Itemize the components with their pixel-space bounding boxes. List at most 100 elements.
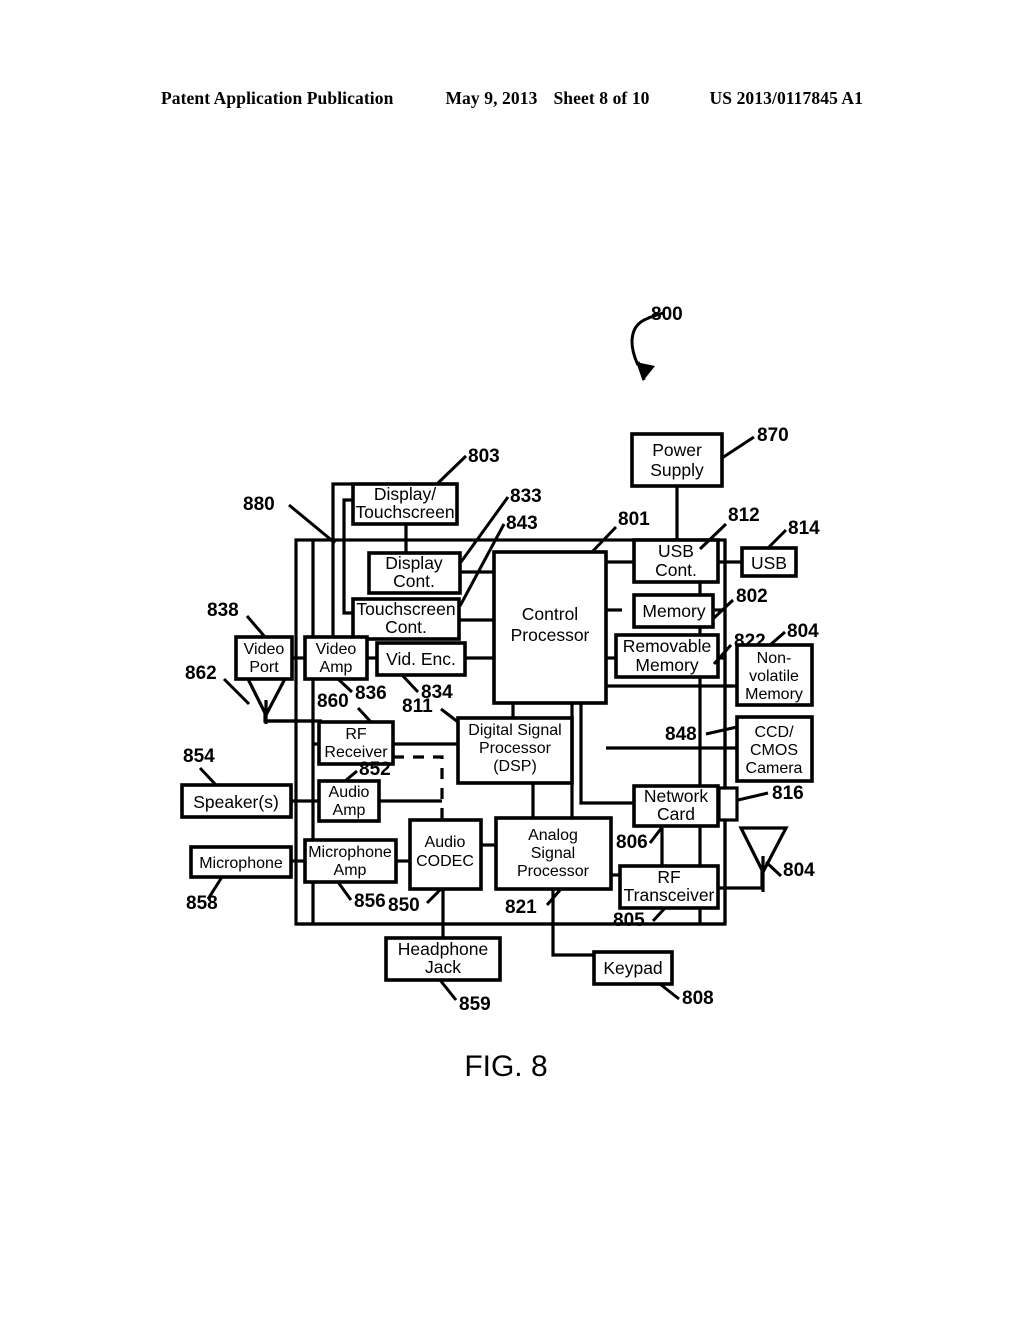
block-label-microphone: Microphone	[199, 855, 283, 872]
block-vid-enc[interactable]: Vid. Enc.	[375, 641, 467, 677]
block-speakers[interactable]: Speaker(s)	[180, 783, 293, 819]
block-label-ccd-cmos-camera-2: CMOS	[750, 742, 798, 759]
lead-854	[198, 766, 218, 787]
ref-836: 836	[355, 683, 387, 704]
block-label-audio-amp-2: Amp	[333, 802, 366, 819]
block-control-processor[interactable]: Control Processor	[492, 550, 608, 705]
ref-804-antenna: 804	[783, 860, 815, 881]
lead-856	[336, 881, 353, 901]
ref-800: 800	[651, 304, 683, 325]
block-label-headphone-jack-2: Jack	[425, 957, 461, 977]
ref-821: 821	[505, 897, 537, 918]
antenna-icon-804	[738, 826, 789, 892]
block-label-analog-signal-processor-1: Analog	[528, 827, 578, 844]
block-label-network-card-2: Card	[657, 804, 695, 824]
block-ccd-cmos-camera[interactable]: CCD/ CMOS Camera	[735, 715, 814, 783]
ref-862: 862	[185, 663, 217, 684]
ref-850: 850	[388, 895, 420, 916]
block-removable-memory[interactable]: Removable Memory	[614, 633, 720, 679]
block-label-dsp-2: Processor	[479, 740, 552, 757]
block-keypad[interactable]: Keypad	[592, 950, 674, 986]
block-label-headphone-jack-1: Headphone	[398, 939, 489, 959]
block-video-port[interactable]: Video Port	[234, 635, 294, 681]
block-microphone[interactable]: Microphone	[189, 845, 293, 879]
block-nonvolatile-memory[interactable]: Non- volatile Memory	[735, 643, 814, 707]
ref-854: 854	[183, 746, 215, 767]
block-label-power-supply-2: Supply	[650, 460, 704, 480]
lead-805	[651, 906, 667, 923]
block-power-supply[interactable]: Power Supply	[630, 432, 724, 488]
block-label-dsp-3: (DSP)	[493, 758, 537, 775]
block-label-usb-cont-2: Cont.	[655, 560, 697, 580]
block-label-video-amp-2: Amp	[320, 659, 353, 676]
ref-811: 811	[402, 696, 433, 717]
block-label-control-processor-2: Processor	[511, 625, 590, 645]
block-usb[interactable]: USB	[740, 546, 798, 578]
lead-860	[356, 706, 373, 724]
ref-802: 802	[736, 586, 768, 607]
ref-852: 852	[359, 759, 391, 780]
block-label-audio-codec-2: CODEC	[416, 853, 474, 870]
lead-838	[245, 615, 267, 638]
ref-812: 812	[728, 505, 760, 526]
lead-880	[288, 503, 336, 545]
block-headphone-jack[interactable]: Headphone Jack	[384, 936, 502, 982]
block-audio-amp[interactable]: Audio Amp	[317, 779, 381, 823]
block-label-removable-memory-1: Removable	[623, 636, 712, 656]
figure-caption: FIG. 8	[464, 1050, 547, 1083]
lead-850	[425, 887, 443, 905]
block-label-nonvolatile-memory-3: Memory	[745, 686, 803, 703]
block-dsp[interactable]: Digital Signal Processor (DSP)	[456, 716, 574, 785]
block-label-removable-memory-2: Memory	[635, 655, 698, 675]
block-analog-signal-processor[interactable]: Analog Signal Processor	[494, 816, 613, 891]
block-display-cont[interactable]: Display Cont.	[367, 551, 462, 595]
block-display-touchscreen[interactable]: Display/ Touchscreen	[351, 482, 459, 526]
ref-870: 870	[757, 425, 789, 446]
block-label-display-cont-1: Display	[385, 553, 443, 573]
block-label-touchscreen-cont-1: Touchscreen	[356, 599, 455, 619]
block-label-vid-enc: Vid. Enc.	[386, 649, 456, 669]
block-label-analog-signal-processor-2: Signal	[531, 845, 575, 862]
block-label-ccd-cmos-camera-1: CCD/	[754, 724, 794, 741]
figure-svg: 800 880 862 804 816 Display/ Touchscreen…	[180, 304, 820, 1083]
block-label-power-supply-1: Power	[652, 440, 702, 460]
ref-803: 803	[468, 446, 500, 467]
block-label-memory: Memory	[642, 601, 705, 621]
lead-834	[400, 673, 420, 694]
lead-870	[721, 435, 755, 460]
block-label-display-cont-2: Cont.	[393, 571, 435, 591]
lead-859	[438, 979, 458, 1001]
block-label-analog-signal-processor-3: Processor	[517, 863, 590, 880]
block-memory[interactable]: Memory	[632, 593, 715, 629]
block-video-amp[interactable]: Video Amp	[303, 635, 369, 681]
ref-856: 856	[354, 891, 386, 912]
block-label-audio-amp-1: Audio	[329, 784, 370, 801]
lead-804-antenna	[764, 860, 783, 878]
block-touchscreen-cont[interactable]: Touchscreen Cont.	[351, 597, 461, 641]
block-network-card[interactable]: Network Card	[632, 784, 720, 828]
block-label-network-card-1: Network	[644, 786, 708, 806]
ref-814: 814	[788, 518, 820, 539]
ref-858: 858	[186, 893, 218, 914]
block-label-microphone-amp-2: Amp	[334, 862, 367, 879]
ref-805: 805	[613, 910, 645, 931]
block-microphone-amp[interactable]: Microphone Amp	[303, 838, 398, 884]
lead-814	[766, 528, 788, 550]
block-audio-codec[interactable]: Audio CODEC	[408, 818, 483, 891]
block-label-video-port-2: Port	[249, 659, 279, 676]
lead-803	[435, 454, 468, 486]
patent-figure-page: Patent Application Publication May 9, 20…	[0, 0, 1024, 1320]
ref-804: 804	[787, 621, 819, 642]
block-label-control-processor-1: Control	[522, 604, 578, 624]
lead-848	[705, 725, 738, 736]
block-label-nonvolatile-memory-1: Non-	[757, 650, 792, 667]
block-label-rf-transceiver-1: RF	[657, 867, 680, 887]
lead-862	[222, 677, 251, 706]
ref-801: 801	[618, 509, 650, 530]
block-usb-cont[interactable]: USB Cont.	[632, 538, 720, 584]
block-rf-receiver[interactable]: RF Receiver	[317, 720, 395, 766]
ref-816: 816	[772, 783, 804, 804]
block-rf-transceiver[interactable]: RF Transceiver	[618, 864, 720, 910]
lead-811	[440, 707, 459, 724]
lead-804-mem	[769, 630, 786, 647]
